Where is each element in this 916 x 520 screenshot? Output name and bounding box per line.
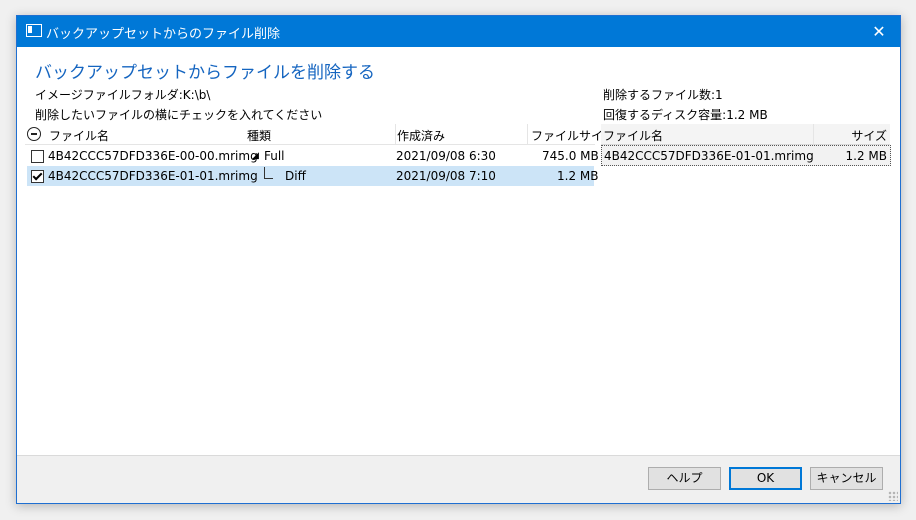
column-divider[interactable] bbox=[395, 124, 396, 144]
file-type-cell: Full bbox=[264, 149, 285, 163]
delete-list[interactable]: ファイル名 サイズ 4B42CCC57DFD336E-01-01.mrimg 1… bbox=[601, 124, 891, 166]
file-name-cell: 4B42CCC57DFD336E-01-01.mrimg bbox=[48, 169, 258, 183]
table-row[interactable]: 4B42CCC57DFD336E-00-00.mrimg ◢ Full 2021… bbox=[27, 146, 599, 166]
cancel-button[interactable]: キャンセル bbox=[810, 467, 883, 490]
column-header-name[interactable]: ファイル名 bbox=[603, 127, 663, 144]
resize-grip-icon[interactable] bbox=[888, 491, 898, 501]
delete-list-header: ファイル名 サイズ bbox=[601, 124, 890, 145]
help-button[interactable]: ヘルプ bbox=[648, 467, 721, 490]
created-cell: 2021/09/08 7:10 bbox=[396, 169, 496, 183]
file-type-cell: Diff bbox=[285, 169, 306, 183]
close-button[interactable]: ✕ bbox=[858, 16, 900, 47]
created-cell: 2021/09/08 6:30 bbox=[396, 149, 496, 163]
column-header-type[interactable]: 種類 bbox=[247, 127, 271, 144]
page-title: バックアップセットからファイルを削除する bbox=[35, 63, 375, 83]
column-header-name[interactable]: ファイル名 bbox=[49, 127, 109, 144]
title-bar[interactable]: バックアップセットからのファイル削除 ✕ bbox=[17, 16, 900, 47]
row-checkbox[interactable] bbox=[31, 150, 44, 163]
collapse-all-icon[interactable] bbox=[27, 127, 41, 141]
column-divider[interactable] bbox=[813, 124, 814, 144]
button-bar: ヘルプ OK キャンセル bbox=[17, 455, 900, 503]
expand-triangle-icon[interactable]: ◢ bbox=[252, 151, 259, 161]
table-row[interactable]: 4B42CCC57DFD336E-01-01.mrimg Diff 2021/0… bbox=[27, 166, 598, 186]
size-cell: 745.0 MB bbox=[542, 149, 599, 163]
file-name-cell: 4B42CCC57DFD336E-00-00.mrimg bbox=[48, 149, 258, 163]
delete-file-name: 4B42CCC57DFD336E-01-01.mrimg bbox=[604, 149, 814, 163]
row-checkbox[interactable] bbox=[31, 170, 44, 183]
dialog-window: バックアップセットからのファイル削除 ✕ バックアップセットからファイルを削除す… bbox=[16, 15, 901, 504]
image-folder-label: イメージファイルフォルダ:K:\b\ bbox=[35, 88, 211, 102]
column-header-size[interactable]: サイズ bbox=[851, 127, 887, 144]
column-divider[interactable] bbox=[527, 124, 528, 144]
instruction-label: 削除したいファイルの横にチェックを入れてください bbox=[35, 108, 323, 122]
window-icon bbox=[26, 24, 42, 37]
delete-count-label: 削除するファイル数:1 bbox=[603, 88, 723, 102]
list-item[interactable]: 4B42CCC57DFD336E-01-01.mrimg 1.2 MB bbox=[601, 145, 891, 166]
file-table-header: ファイル名 種類 作成済み ファイルサイズ bbox=[25, 124, 615, 145]
window-title: バックアップセットからのファイル削除 bbox=[46, 27, 281, 42]
size-cell: 1.2 MB bbox=[557, 169, 599, 183]
tree-branch-icon bbox=[264, 167, 273, 179]
column-header-created[interactable]: 作成済み bbox=[397, 127, 445, 144]
delete-file-size: 1.2 MB bbox=[845, 149, 887, 163]
ok-button[interactable]: OK bbox=[729, 467, 802, 490]
recover-size-label: 回復するディスク容量:1.2 MB bbox=[603, 108, 768, 122]
